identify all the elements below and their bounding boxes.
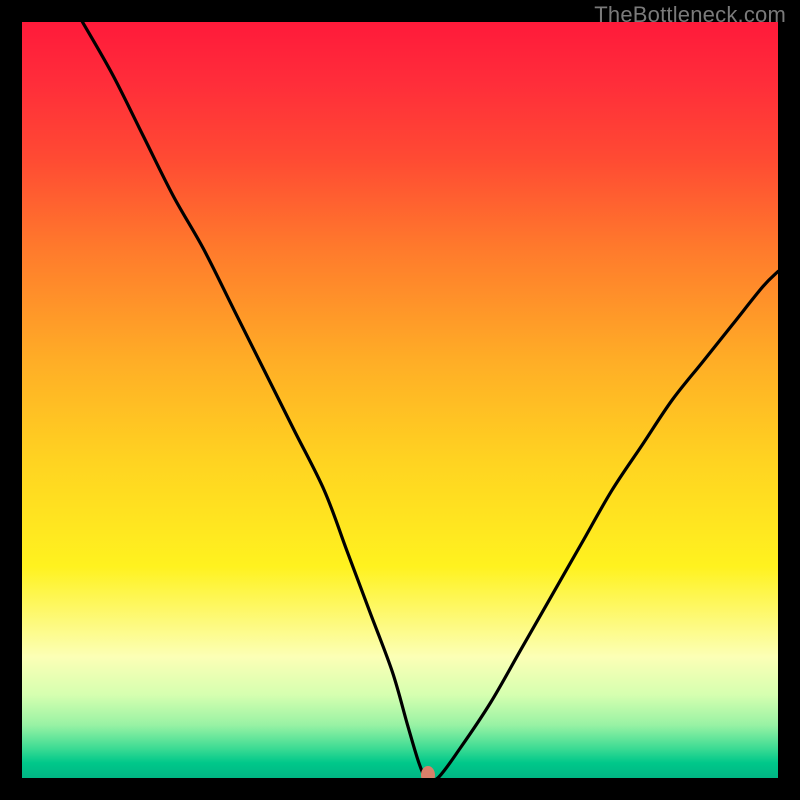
optimum-marker (421, 766, 435, 778)
plot-area (22, 22, 778, 778)
chart-frame: TheBottleneck.com (0, 0, 800, 800)
curve-layer (22, 22, 778, 778)
v-curve (82, 22, 778, 778)
